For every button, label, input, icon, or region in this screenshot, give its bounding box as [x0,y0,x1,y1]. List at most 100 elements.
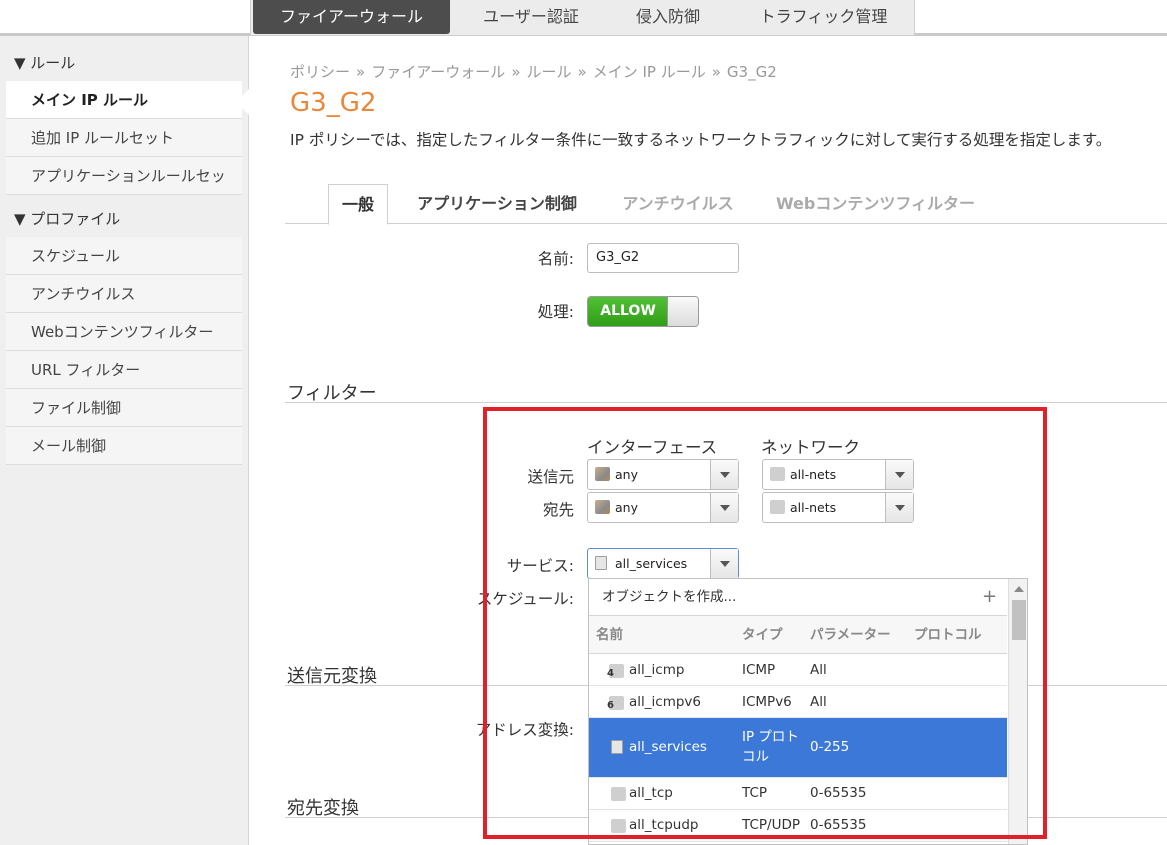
schedule-label: スケジュール: [476,590,574,608]
page-title: G3_G2 [290,88,377,118]
network-object-icon [770,467,785,481]
service-name: all_tcp [629,785,673,801]
column-header-name[interactable]: 名前 [596,616,623,654]
breadcrumb-separator: » [356,63,366,81]
service-parameter: 0-65535 [810,817,867,833]
page-description: IP ポリシーでは、指定したフィルター条件に一致するネットワークトラフィックに対… [290,131,1112,149]
service-option-row[interactable]: all_tcpudp TCP/UDP 0-65535 [589,810,1007,842]
tab-application-control[interactable]: アプリケーション制御 [412,184,582,224]
sidebar-item-main-ip-rules[interactable]: メイン IP ルール [6,81,242,119]
service-name: all_services [629,739,707,755]
chevron-down-icon[interactable] [710,493,738,522]
chevron-down-icon[interactable] [885,493,913,522]
service-option-row[interactable]: 4 all_icmp ICMP All [589,654,1007,686]
service-parameter: All [810,694,827,710]
source-interface-value: any [615,467,638,482]
service-object-icon [611,740,623,754]
top-nav-firewall[interactable]: ファイアーウォール [253,0,450,34]
active-item-pointer [236,88,250,116]
network-column-header: ネットワーク [761,438,860,457]
action-label: 処理: [537,303,574,321]
tab-web-content-filter[interactable]: Webコンテンツフィルター [773,184,978,224]
destination-label: 宛先 [542,501,574,519]
destination-network-value: all-nets [790,500,837,515]
network-object-icon [770,500,785,514]
service-object-icon [611,819,626,833]
interface-column-header: インターフェース [587,438,718,457]
top-nav-strip: ファイアーウォール ユーザー認証 侵入防御 トラフィック管理 [250,0,915,36]
service-type: TCP/UDP [742,817,800,833]
tab-general[interactable]: 一般 [328,184,388,225]
top-nav-traffic-management[interactable]: トラフィック管理 [736,0,911,34]
breadcrumb: ポリシー » ファイアーウォール » ルール » メイン IP ルール » G3_G2 [290,61,777,82]
service-object-icon [595,556,607,570]
scroll-up-arrow-icon[interactable] [1014,586,1024,592]
service-type: ICMP [742,662,776,678]
chevron-down-icon[interactable] [710,460,738,489]
column-header-protocol[interactable]: プロトコル [914,616,982,654]
sidebar-item-antivirus[interactable]: アンチウイルス [6,275,242,313]
breadcrumb-rules[interactable]: ルール [527,63,572,81]
breadcrumb-firewall[interactable]: ファイアーウォール [371,63,505,81]
sidebar-group-rules[interactable]: ▼ ルール [14,52,75,73]
top-nav-user-auth[interactable]: ユーザー認証 [456,0,606,34]
sidebar-item-web-content-filter[interactable]: Webコンテンツフィルター [6,313,242,351]
source-interface-select[interactable]: any [587,459,739,490]
scrollbar-thumb[interactable] [1012,600,1026,640]
ip-version-badge: 6 [607,700,614,711]
breadcrumb-separator: » [511,63,521,81]
service-option-row-selected[interactable]: all_services IP プロト コル 0-255 [589,718,1007,778]
dropdown-scrollbar[interactable] [1008,579,1027,844]
destination-interface-value: any [615,500,638,515]
breadcrumb-policy[interactable]: ポリシー [290,63,350,81]
column-header-parameter[interactable]: パラメーター [810,616,891,654]
toggle-knob[interactable] [667,297,698,326]
service-type: TCP [742,785,768,801]
service-object-icon [611,787,626,801]
sidebar-item-file-control[interactable]: ファイル制御 [6,389,242,427]
service-type: IP プロト コル [742,729,799,765]
breadcrumb-current: G3_G2 [726,63,777,81]
service-name: all_icmpv6 [629,694,701,710]
source-label: 送信元 [527,468,574,486]
chevron-down-icon[interactable] [710,549,738,578]
action-toggle[interactable]: ALLOW [587,296,699,327]
service-type: ICMPv6 [742,694,792,710]
service-name: all_tcpudp [629,817,699,833]
address-translation-label: アドレス変換: [475,721,574,739]
source-network-value: all-nets [790,467,837,482]
service-select[interactable]: all_services [587,548,739,579]
breadcrumb-separator: » [711,63,721,81]
service-option-row[interactable]: all_tcp TCP 0-65535 [589,778,1007,810]
column-header-type[interactable]: タイプ [742,616,783,654]
sidebar-item-schedule[interactable]: スケジュール [6,237,242,275]
interface-icon [595,467,610,481]
top-nav-intrusion-prevention[interactable]: 侵入防御 [608,0,728,34]
service-parameter: 0-255 [810,739,850,755]
chevron-down-icon[interactable] [885,460,913,489]
destination-network-select[interactable]: all-nets [762,492,914,523]
sidebar: ▼ ルール メイン IP ルール 追加 IP ルールセット アプリケーションルー… [0,36,249,845]
content-tabs: 一般 アプリケーション制御 アンチウイルス Webコンテンツフィルター [285,180,1167,225]
tab-antivirus[interactable]: アンチウイルス [613,184,743,224]
breadcrumb-main-ip-rules[interactable]: メイン IP ルール [593,63,706,81]
source-network-select[interactable]: all-nets [762,459,914,490]
sidebar-group-profiles[interactable]: ▼ プロファイル [14,208,120,229]
sidebar-item-url-filter[interactable]: URL フィルター [6,351,242,389]
sidebar-item-additional-ip-ruleset[interactable]: 追加 IP ルールセット [6,119,242,157]
service-label: サービス: [506,557,574,575]
create-object-row[interactable]: オブジェクトを作成... + [589,579,1007,616]
sidebar-item-application-ruleset[interactable]: アプリケーションルールセッ [6,157,242,195]
name-field[interactable]: G3_G2 [587,243,739,273]
service-dropdown-list[interactable]: オブジェクトを作成... + 名前 タイプ パラメーター プロトコル 4 all… [588,578,1028,845]
breadcrumb-separator: » [577,63,587,81]
filter-section-divider [285,402,1167,403]
plus-icon[interactable]: + [982,579,997,615]
ip-version-badge: 4 [607,668,614,679]
service-option-row[interactable]: 6 all_icmpv6 ICMPv6 All [589,686,1007,718]
top-navigation: ファイアーウォール ユーザー認証 侵入防御 トラフィック管理 [0,0,1167,36]
sidebar-item-mail-control[interactable]: メール制御 [6,427,242,465]
create-object-label: オブジェクトを作成... [602,589,737,605]
destination-interface-select[interactable]: any [587,492,739,523]
dropdown-table-header: 名前 タイプ パラメーター プロトコル [589,616,1007,654]
